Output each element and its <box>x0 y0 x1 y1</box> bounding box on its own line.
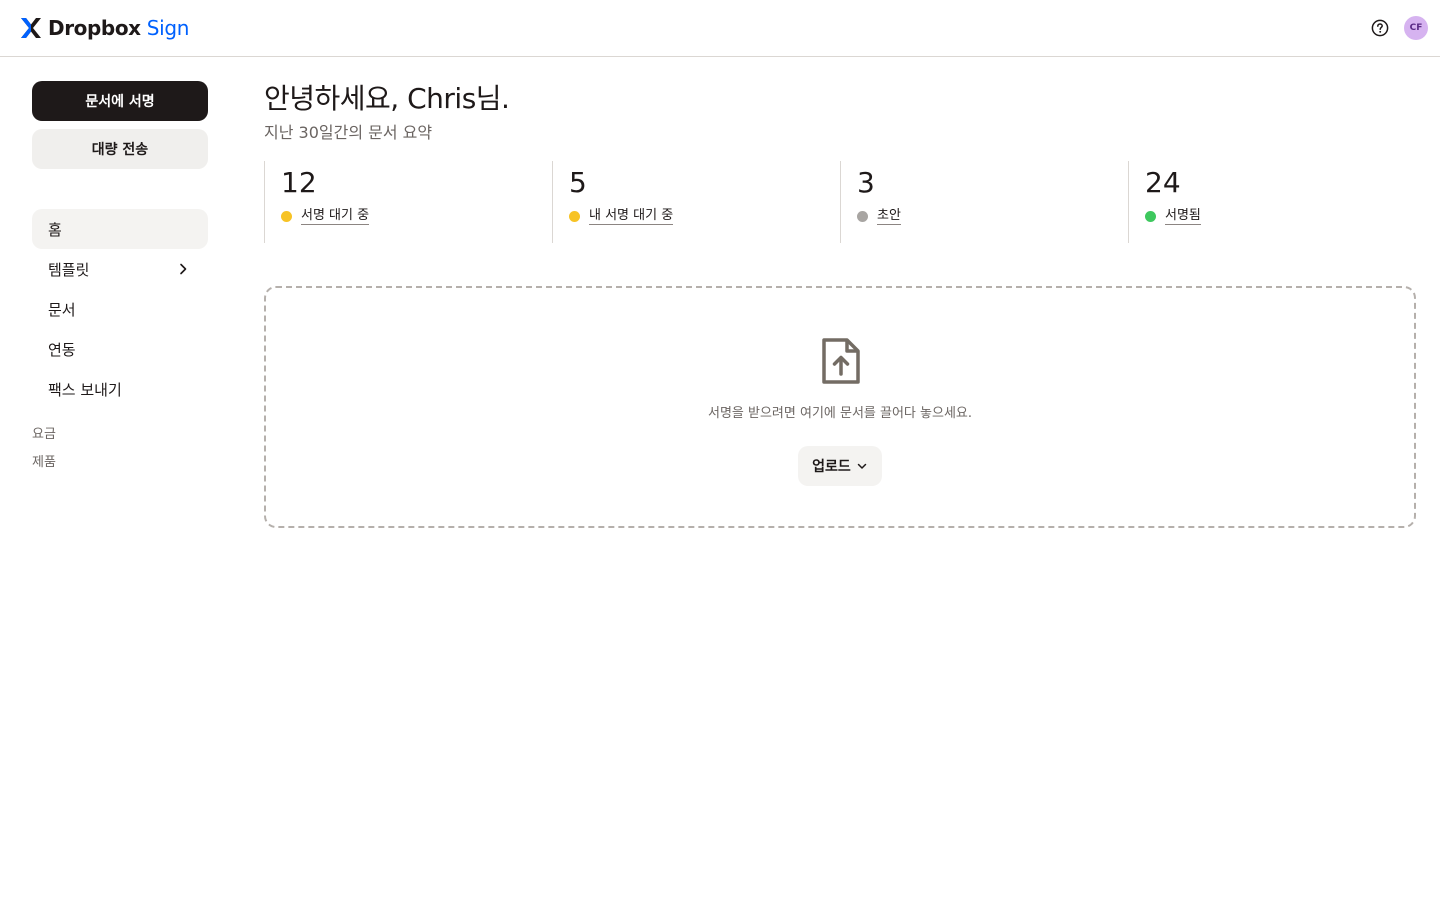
top-bar: Dropbox Sign CF <box>0 0 1440 57</box>
dropbox-sign-logo-icon <box>21 18 41 38</box>
dropbox-sign-logo[interactable]: Dropbox Sign <box>20 15 189 41</box>
sidebar-item-integrations[interactable]: 연동 <box>32 329 208 369</box>
upload-button[interactable]: 업로드 <box>798 446 882 486</box>
document-stats: 12 서명 대기 중 5 내 서명 대기 중 3 초안 24 서명됨 <box>264 161 1416 243</box>
sidebar-item-label: 문서 <box>48 300 76 319</box>
file-upload-icon <box>822 338 860 384</box>
page-subtitle: 지난 30일간의 문서 요약 <box>264 123 433 142</box>
help-button[interactable] <box>1369 17 1391 39</box>
logo-text: Dropbox <box>48 16 141 40</box>
sidebar-item-documents[interactable]: 문서 <box>32 289 208 329</box>
stat-count: 3 <box>857 166 875 199</box>
main-content: 안녕하세요, Chris님. 지난 30일간의 문서 요약 12 서명 대기 중… <box>264 81 1416 528</box>
upload-button-label: 업로드 <box>812 459 851 475</box>
status-dot <box>281 210 292 222</box>
sidebar-item-label: 템플릿 <box>48 260 90 279</box>
user-avatar[interactable]: CF <box>1404 16 1428 40</box>
sidebar-item-label: 홈 <box>48 220 62 239</box>
stat-drafts[interactable]: 3 초안 <box>840 161 1128 243</box>
question-circle-icon <box>1371 19 1389 37</box>
stat-awaiting-signature[interactable]: 12 서명 대기 중 <box>264 161 552 243</box>
page-title: 안녕하세요, Chris님. <box>264 82 510 115</box>
chevron-down-icon <box>857 463 867 469</box>
document-dropzone[interactable]: 서명을 받으려면 여기에 문서를 끌어다 놓으세요. 업로드 <box>264 286 1416 528</box>
stat-count: 12 <box>281 166 317 199</box>
sidebar: 문서에 서명 대량 전송 홈 템플릿 문서 연동 팩스 보내기 요금 제품 <box>32 81 208 477</box>
stat-count: 24 <box>1145 166 1181 199</box>
stat-awaiting-my-signature[interactable]: 5 내 서명 대기 중 <box>552 161 840 243</box>
sidebar-item-home[interactable]: 홈 <box>32 209 208 249</box>
stat-label[interactable]: 서명됨 <box>1165 207 1201 225</box>
bulk-send-button[interactable]: 대량 전송 <box>32 129 208 169</box>
products-link[interactable]: 제품 <box>32 449 208 477</box>
status-dot <box>569 210 580 222</box>
status-dot <box>857 210 868 222</box>
chevron-right-icon[interactable] <box>176 262 190 276</box>
stat-signed[interactable]: 24 서명됨 <box>1128 161 1416 243</box>
stat-label[interactable]: 초안 <box>877 207 901 225</box>
sidebar-secondary-links: 요금 제품 <box>32 421 208 477</box>
sidebar-item-label: 연동 <box>48 340 76 359</box>
status-dot <box>1145 210 1156 222</box>
sidebar-item-templates[interactable]: 템플릿 <box>32 249 208 289</box>
stat-count: 5 <box>569 166 587 199</box>
sign-document-button[interactable]: 문서에 서명 <box>32 81 208 121</box>
logo-product: Sign <box>146 16 190 40</box>
sidebar-item-label: 팩스 보내기 <box>48 380 122 399</box>
pricing-link[interactable]: 요금 <box>32 421 208 449</box>
stat-label[interactable]: 서명 대기 중 <box>301 207 370 225</box>
stat-label[interactable]: 내 서명 대기 중 <box>589 207 674 225</box>
sidebar-item-send-fax[interactable]: 팩스 보내기 <box>32 369 208 409</box>
sidebar-nav: 홈 템플릿 문서 연동 팩스 보내기 <box>32 209 208 409</box>
dropzone-hint: 서명을 받으려면 여기에 문서를 끌어다 놓으세요. <box>708 406 972 421</box>
